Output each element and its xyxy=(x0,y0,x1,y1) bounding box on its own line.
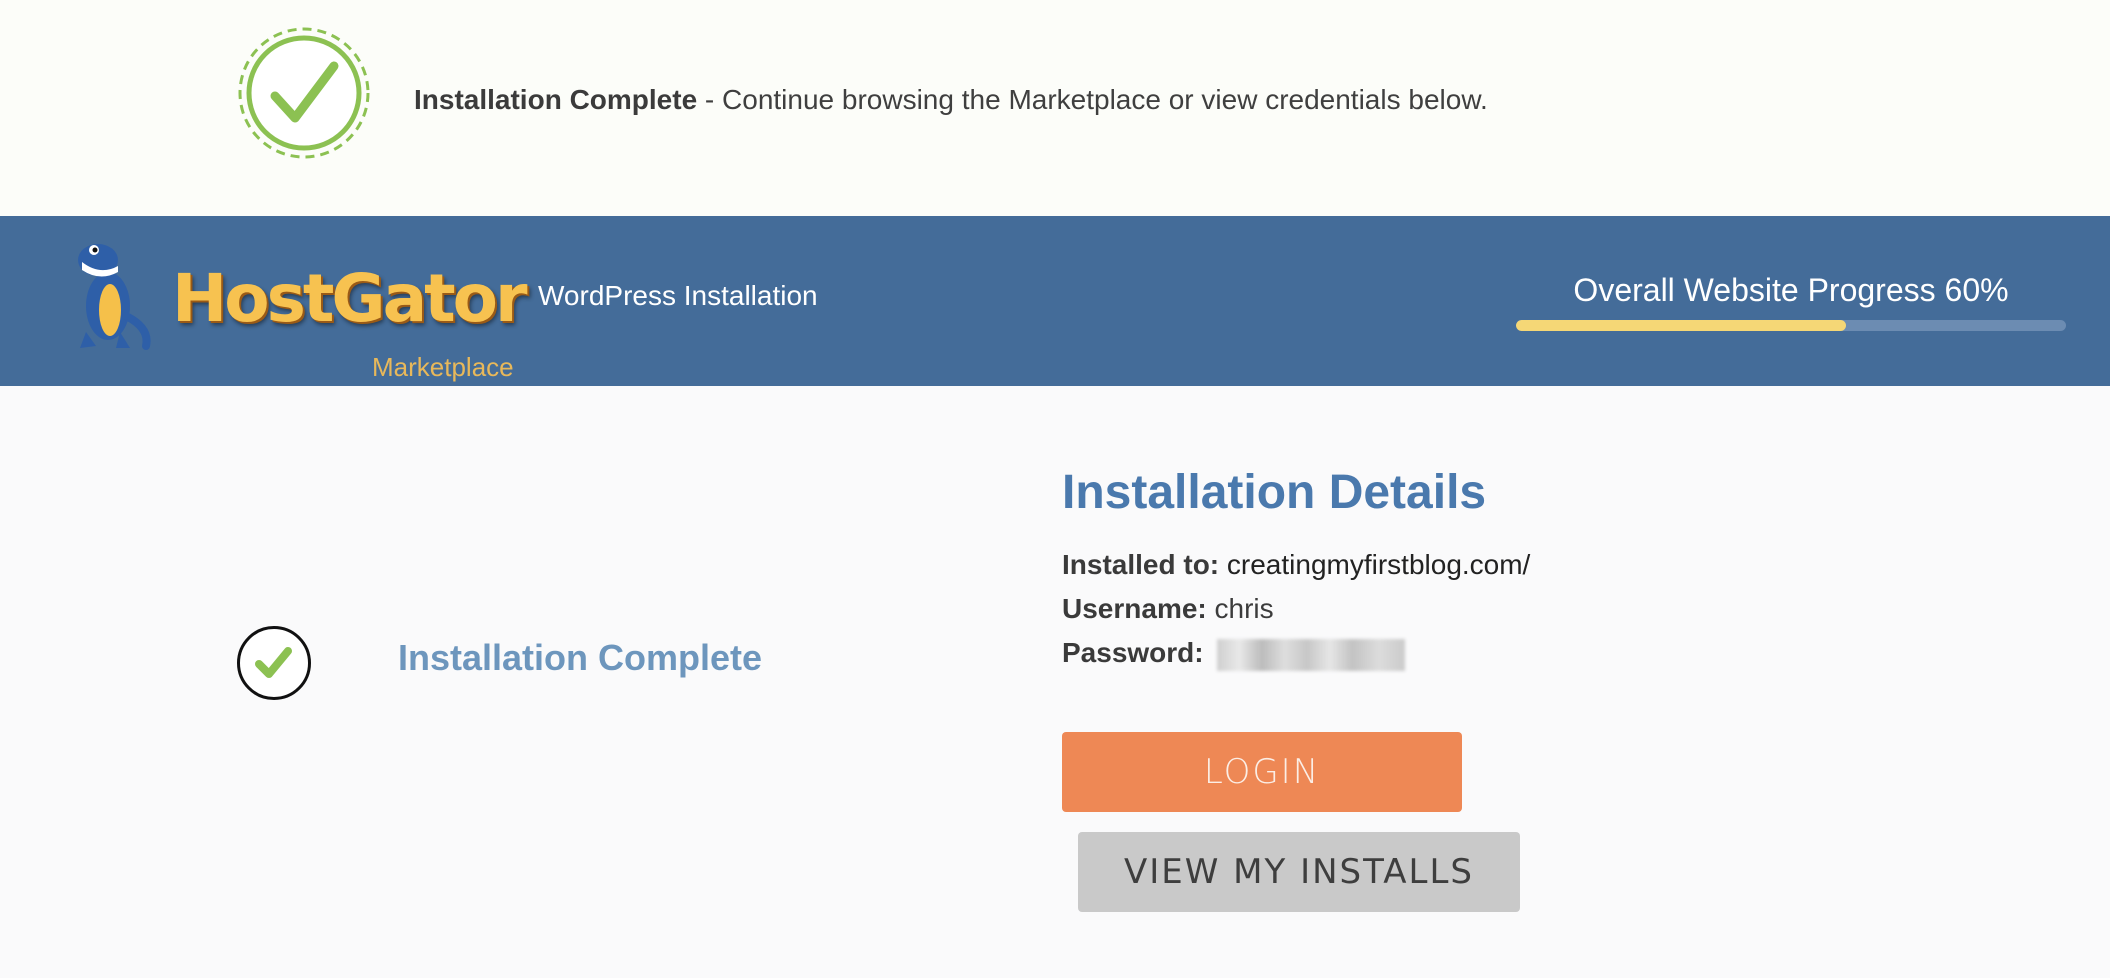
completion-notice: Installation Complete - Continue browsin… xyxy=(0,0,2110,216)
page-title: WordPress Installation xyxy=(538,280,818,311)
view-installs-button[interactable]: VIEW MY INSTALLS xyxy=(1078,832,1520,912)
header-band: HostGator Marketplace WordPress Installa… xyxy=(0,216,2110,386)
hostgator-logo[interactable]: HostGator Marketplace xyxy=(60,230,540,382)
username-row: Username: chris xyxy=(1062,587,1274,631)
installed-to-label: Installed to: xyxy=(1062,549,1220,580)
circle-check-icon xyxy=(237,626,311,700)
installed-to-row: Installed to: creatingmyfirstblog.com/ xyxy=(1062,543,1530,587)
status-title: Installation Complete xyxy=(398,637,763,678)
notice-text: Installation Complete - Continue browsin… xyxy=(414,84,1488,116)
password-label: Password: xyxy=(1062,637,1204,668)
installation-details: Installation Details Installed to: creat… xyxy=(1062,462,1530,671)
dashed-circle-check-icon xyxy=(238,27,370,159)
brand-subtitle: Marketplace xyxy=(372,352,514,382)
details-heading: Installation Details xyxy=(1062,466,1487,519)
password-row: Password: xyxy=(1062,631,1406,675)
brand-wordmark: HostGator xyxy=(172,260,528,337)
login-button[interactable]: LOGIN xyxy=(1062,732,1462,812)
password-value-redacted xyxy=(1217,638,1406,671)
username-value: chris xyxy=(1214,593,1274,624)
installed-to-value: creatingmyfirstblog.com/ xyxy=(1226,549,1531,580)
progress-fill xyxy=(1516,320,1846,331)
progress-label: Overall Website Progress 60% xyxy=(1573,272,2009,308)
gator-mascot-icon xyxy=(78,244,151,350)
notice-strong: Installation Complete xyxy=(414,84,698,115)
progress-bar xyxy=(1516,320,2066,331)
username-label: Username: xyxy=(1062,593,1207,624)
notice-message: - Continue browsing the Marketplace or v… xyxy=(697,84,1488,115)
